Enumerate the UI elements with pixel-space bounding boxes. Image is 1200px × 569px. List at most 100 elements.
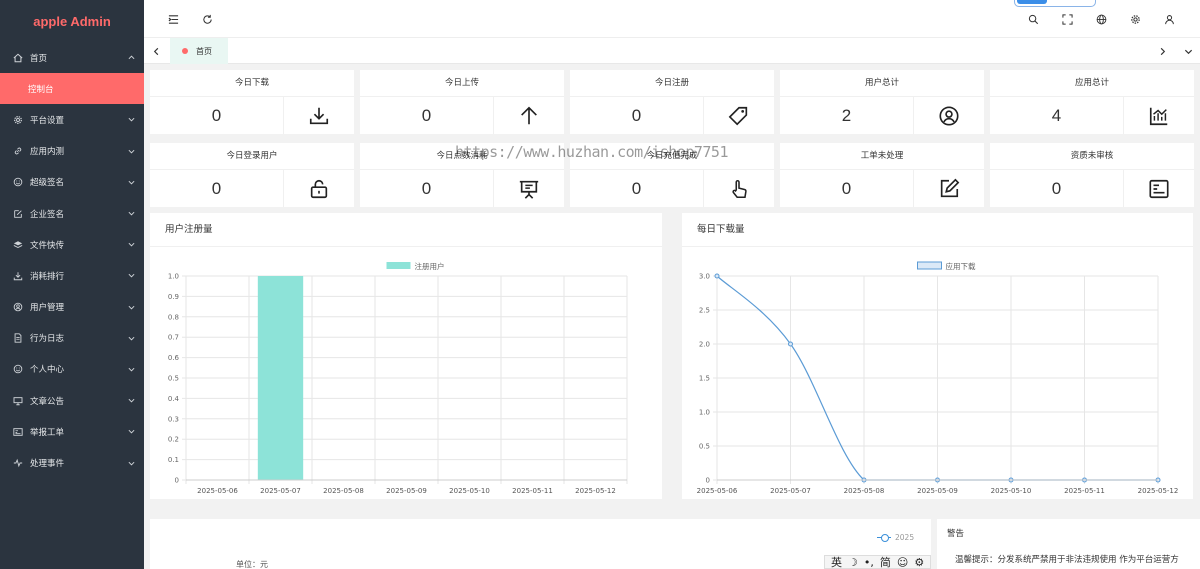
legend-2025-label: 2025 [895,533,915,542]
tab-home-label: 首页 [196,46,212,56]
stat-title: 工单未处理 [780,143,984,170]
chevron-down-icon [128,365,136,373]
legend-label: 注册用户 [415,261,445,271]
link-icon [12,145,24,157]
file-icon [12,332,24,344]
sidebar-item[interactable]: 处理事件 [0,447,144,478]
data-point [714,273,720,279]
x-tick-label: 2025-05-09 [386,487,427,495]
sidebar-item[interactable]: 首页 [0,42,144,73]
moon-icon[interactable]: ☽ [848,556,858,569]
pointer-hand-icon [703,170,774,207]
stat-card: 今日点数消耗 0 [360,143,564,207]
chevron-down-icon [128,241,136,249]
x-tick-label: 2025-05-12 [1138,487,1179,495]
stat-title: 应用总计 [990,70,1194,97]
y-tick-label: 2.0 [699,341,710,349]
sidebar-item[interactable]: 文章公告 [0,385,144,416]
arrow-up-icon [493,97,564,134]
stat-value: 0 [631,106,642,125]
legend-marker-icon [877,533,891,542]
gear-icon [12,114,24,126]
smile-icon [12,363,24,375]
app-brand: apple Admin [33,14,111,29]
ime-toolbar[interactable]: 英 ☽ •, 简 ☺ ⚙ [824,554,932,569]
home-icon [12,52,24,64]
active-tab-dot [182,48,188,54]
sidebar-item-label: 处理事件 [30,459,65,470]
chevron-down-icon [128,459,136,467]
legend-marker [917,261,942,270]
x-tick-label: 2025-05-08 [323,487,364,495]
stat-title: 今日点数消耗 [360,143,564,170]
ime-lang[interactable]: 英 [831,554,842,569]
tab-home[interactable]: 首页 [170,38,228,64]
refresh-icon[interactable] [200,12,214,26]
tab-scroll-right-icon[interactable] [1155,44,1169,58]
sidebar-item-console[interactable]: 控制台 [0,73,144,105]
sidebar-item[interactable]: 文件快传 [0,229,144,260]
stat-title: 今日登录用户 [150,143,354,170]
y-tick-label: 0 [706,477,710,485]
sidebar-item[interactable]: 行为日志 [0,323,144,354]
sidebar-item-label: 应用内测 [30,147,65,158]
y-tick-label: 0.9 [168,293,179,301]
ime-gear-icon[interactable]: ⚙ [914,556,924,569]
chevron-down-icon [128,178,136,186]
stat-card: 应用总计 4 [990,70,1194,134]
chevron-down-icon [128,116,136,124]
presentation-icon [493,170,564,207]
sidebar-item[interactable]: 举报工单 [0,416,144,447]
stat-value: 2 [841,106,852,125]
registrations-panel: 用户注册量 注册用户 0 0.1 0.2 0.3 0.4 0.5 0.6 0.7 0.8 0.9 1.… [150,213,662,499]
sidebar-item[interactable]: 平台设置 [0,104,144,135]
registrations-chart: 注册用户 0 0.1 0.2 0.3 0.4 0.5 0.6 0.7 0.8 0.9 1.0 2025-… [168,261,628,495]
stat-card: 今日下载 0 [150,70,354,134]
stat-card: 今日注册 0 [570,70,774,134]
yearly-chart-panel: 2025 单位：元 [150,519,931,569]
sidebar-item[interactable]: 应用内测 [0,136,144,167]
smile-icon [12,176,24,188]
settings-gear-icon[interactable] [1128,12,1142,26]
sidebar-item-label: 行为日志 [30,334,65,345]
chevron-up-icon [128,54,136,62]
ime-charset[interactable]: 简 [880,554,891,569]
sidebar-item-label: 首页 [30,53,48,64]
tab-scroll-left-icon[interactable] [149,44,163,58]
data-point [788,341,793,347]
sidebar-item[interactable]: 用户管理 [0,292,144,323]
lock-icon [283,170,354,207]
stat-title: 今日下载 [150,70,354,97]
stat-value: 0 [1051,179,1062,198]
warning-panel: 警告 温馨提示：分发系统严禁用于非法违规使用 作为平台运营方 [937,519,1200,569]
sidebar-item-label: 个人中心 [30,365,65,376]
sidebar-item-label: 超级签名 [30,178,65,189]
y-tick-label: 0.3 [168,415,179,423]
sidebar-item[interactable]: 个人中心 [0,354,144,385]
user-circle-icon [913,97,984,134]
search-icon[interactable] [1026,12,1040,26]
chevron-down-icon [128,303,136,311]
x-tick-label: 2025-05-11 [1064,487,1105,495]
tab-dropdown-icon[interactable] [1181,44,1195,58]
globe-icon[interactable] [1094,12,1108,26]
downloads-panel: 每日下载量 应用下载 0 0.5 1.0 1.5 2.0 2.5 3.0 2025-05-06 2… [682,213,1193,499]
y-tick-label: 0.7 [168,334,179,342]
emoji-icon[interactable]: ☺ [897,556,908,569]
sidebar-item[interactable]: 超级签名 [0,167,144,198]
tag-icon [703,97,774,134]
sidebar-item[interactable]: 企业签名 [0,198,144,229]
sidebar-item[interactable]: 消耗排行 [0,260,144,291]
y-tick-label: 0.5 [168,375,179,383]
stat-value: 4 [1051,106,1062,125]
warning-title: 警告 [947,529,965,539]
menu-toggle-icon[interactable] [166,12,180,26]
id-card-icon [12,426,24,438]
layers-icon [12,239,24,251]
fullscreen-icon[interactable] [1060,12,1074,26]
stat-card: 资质未审核 0 [990,143,1194,207]
stat-value: 0 [421,106,432,125]
legend-2025[interactable]: 2025 [877,533,914,542]
punctuation-icon[interactable]: •, [864,556,874,569]
user-icon[interactable] [1162,12,1176,26]
